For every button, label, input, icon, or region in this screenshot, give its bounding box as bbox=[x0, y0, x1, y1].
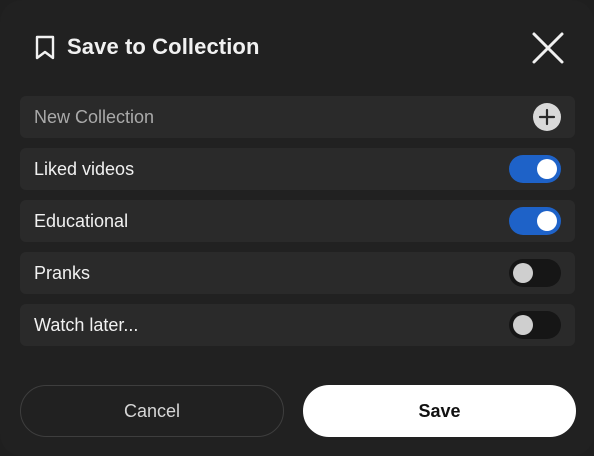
collection-label: Pranks bbox=[34, 263, 91, 283]
toggle-knob bbox=[537, 211, 557, 231]
cancel-button[interactable]: Cancel bbox=[20, 385, 284, 437]
collection-label: Liked videos bbox=[34, 159, 135, 179]
collection-item-liked-videos[interactable]: Liked videos bbox=[20, 148, 575, 190]
new-collection-placeholder: New Collection bbox=[34, 107, 155, 127]
collection-toggle[interactable] bbox=[509, 155, 561, 183]
dialog-header: Save to Collection bbox=[34, 28, 564, 68]
close-icon bbox=[532, 32, 564, 64]
save-button[interactable]: Save bbox=[303, 385, 576, 437]
collection-label: Educational bbox=[34, 211, 129, 231]
close-button[interactable] bbox=[528, 28, 568, 68]
save-to-collection-dialog: Save to Collection New Collection Liked … bbox=[0, 0, 594, 456]
collection-label: Watch later... bbox=[34, 315, 139, 335]
collection-toggle[interactable] bbox=[509, 207, 561, 235]
collection-toggle[interactable] bbox=[509, 259, 561, 287]
collection-item-watch-later[interactable]: Watch later... bbox=[20, 304, 575, 346]
collection-item-pranks[interactable]: Pranks bbox=[20, 252, 575, 294]
add-collection-button[interactable] bbox=[533, 103, 561, 131]
bookmark-icon bbox=[34, 35, 56, 61]
toggle-knob bbox=[513, 263, 533, 283]
toggle-knob bbox=[537, 159, 557, 179]
dialog-title: Save to Collection bbox=[67, 34, 260, 59]
new-collection-row[interactable]: New Collection bbox=[20, 96, 575, 138]
collection-toggle[interactable] bbox=[509, 311, 561, 339]
collection-item-educational[interactable]: Educational bbox=[20, 200, 575, 242]
toggle-knob bbox=[513, 315, 533, 335]
plus-icon bbox=[538, 108, 556, 126]
